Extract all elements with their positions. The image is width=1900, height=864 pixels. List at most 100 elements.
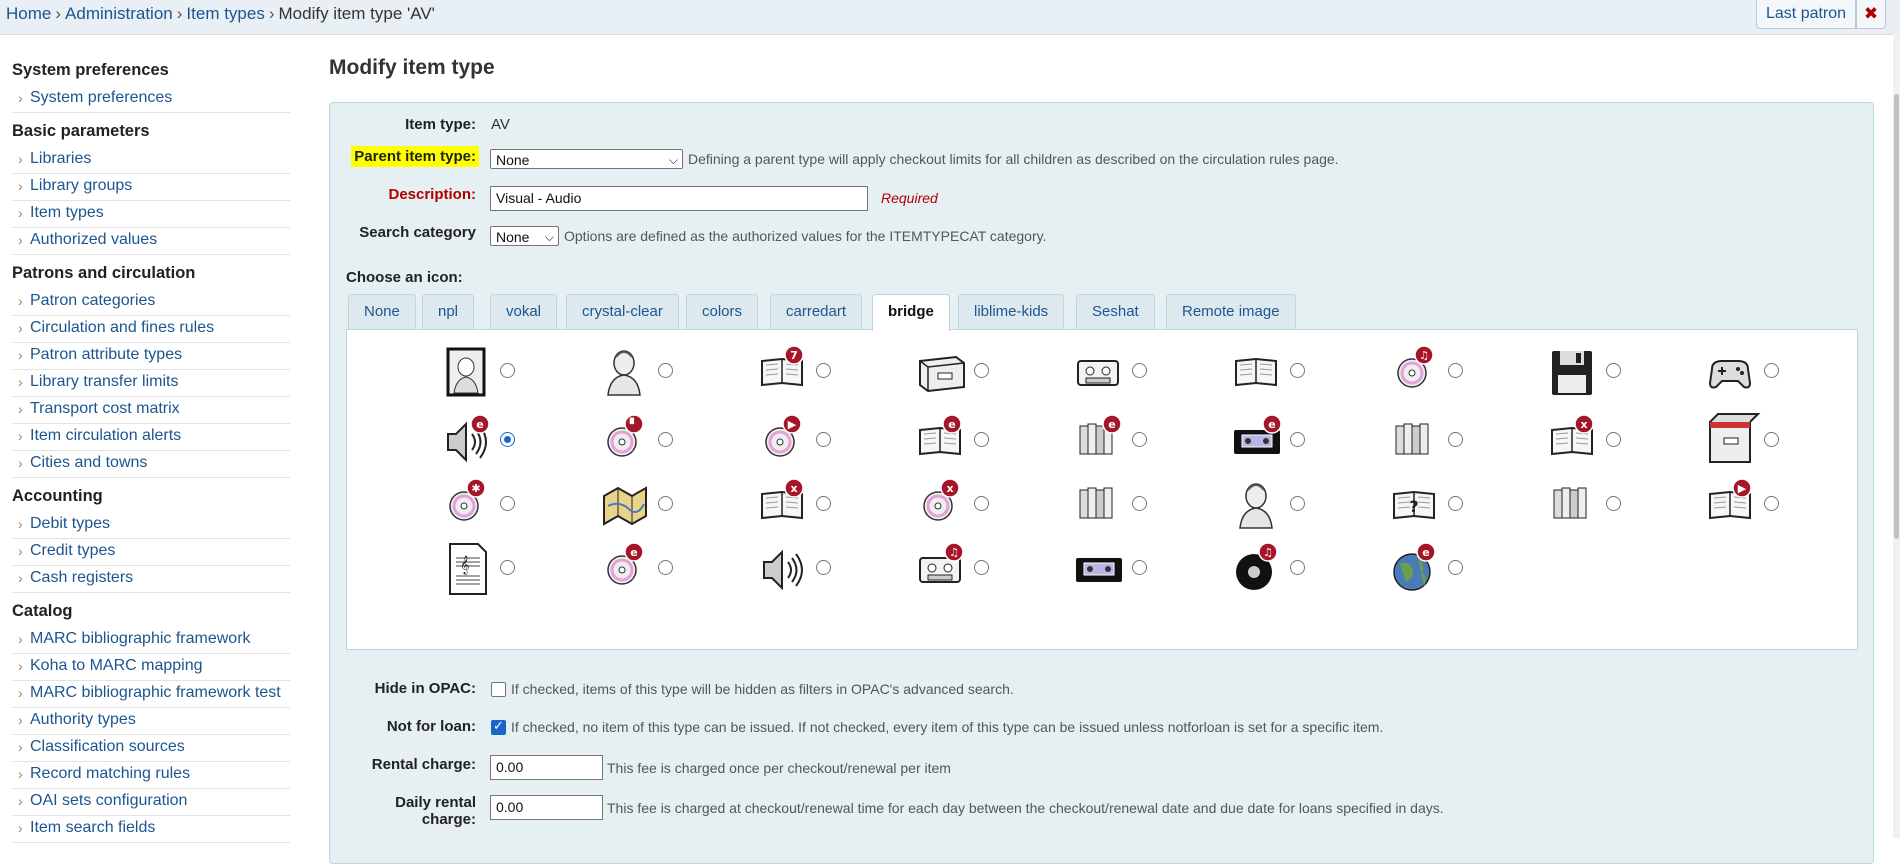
tab-carredart[interactable]: carredart	[770, 294, 863, 330]
sidebar-link[interactable]: OAI sets configuration	[12, 789, 290, 816]
icon-option[interactable]: ▶	[1706, 476, 1826, 536]
sidebar-link[interactable]: Patron categories	[12, 289, 290, 316]
book-flag-icon[interactable]: ▶	[1706, 476, 1762, 534]
icon-radio[interactable]	[816, 363, 831, 378]
icon-radio[interactable]	[974, 363, 989, 378]
tab-seshat[interactable]: Seshat	[1076, 294, 1155, 330]
icon-radio[interactable]	[1290, 363, 1305, 378]
icon-option[interactable]	[1074, 476, 1194, 536]
icon-radio[interactable]	[1764, 363, 1779, 378]
page-scrollbar[interactable]	[1893, 34, 1900, 838]
parent-item-type-select[interactable]: None ⌵	[490, 149, 683, 169]
icon-option[interactable]	[1390, 412, 1510, 472]
sidebar-link[interactable]: Transport cost matrix	[12, 397, 290, 424]
open-box-icon[interactable]	[1706, 412, 1762, 470]
not-for-loan-checkbox[interactable]	[491, 718, 506, 735]
icon-option[interactable]	[1706, 343, 1826, 403]
tab-bridge[interactable]: bridge	[872, 294, 950, 331]
bust-2-icon[interactable]	[1232, 476, 1288, 534]
icon-option[interactable]: ▘	[600, 412, 720, 472]
icon-option[interactable]	[600, 476, 720, 536]
icon-option[interactable]: e	[1390, 540, 1510, 600]
icon-option[interactable]: e	[1232, 412, 1352, 472]
record-music-icon[interactable]: ♫	[1232, 540, 1288, 598]
cd-film-icon[interactable]: ▘	[600, 412, 656, 470]
rental-charge-input[interactable]: 0.00	[490, 755, 603, 780]
books-shelf-icon[interactable]	[1548, 476, 1604, 534]
sidebar-link[interactable]: MARC bibliographic framework	[12, 627, 290, 654]
cassette-icon[interactable]	[1074, 343, 1130, 401]
open-book-icon[interactable]	[1232, 343, 1288, 401]
icon-radio[interactable]	[1606, 363, 1621, 378]
sidebar-link[interactable]: MARC bibliographic framework test	[12, 681, 290, 708]
icon-radio[interactable]	[974, 432, 989, 447]
sidebar-link[interactable]: Cities and towns	[12, 451, 290, 478]
icon-option[interactable]: x	[916, 476, 1036, 536]
icon-radio[interactable]	[500, 496, 515, 511]
sidebar-link[interactable]: Cash registers	[12, 566, 290, 593]
globe-e-icon[interactable]: e	[1390, 540, 1446, 598]
portrait-icon[interactable]	[442, 343, 498, 401]
tab-liblime-kids[interactable]: liblime-kids	[958, 294, 1065, 330]
icon-option[interactable]: e	[1074, 412, 1194, 472]
icon-option[interactable]	[758, 540, 878, 600]
icon-option[interactable]	[1548, 476, 1668, 536]
sidebar-link[interactable]: Debit types	[12, 512, 290, 539]
icon-radio[interactable]	[500, 363, 515, 378]
gamepad-icon[interactable]	[1706, 343, 1762, 401]
cd-x-icon[interactable]: x	[916, 476, 972, 534]
cd-star-icon[interactable]: ✱	[442, 476, 498, 534]
sidebar-link[interactable]: Item types	[12, 201, 290, 228]
icon-radio[interactable]	[1290, 496, 1305, 511]
bust-icon[interactable]	[600, 343, 656, 401]
icon-option[interactable]: e	[442, 412, 562, 472]
icon-radio[interactable]	[1132, 560, 1147, 575]
icon-option[interactable]	[1074, 540, 1194, 600]
icon-radio[interactable]	[1132, 496, 1147, 511]
icon-radio[interactable]	[1132, 363, 1147, 378]
icon-option[interactable]: 7	[758, 343, 878, 403]
icon-radio[interactable]	[1764, 432, 1779, 447]
book-e-icon[interactable]: e	[916, 412, 972, 470]
scrollbar-thumb[interactable]	[1894, 94, 1899, 539]
icon-radio[interactable]	[500, 432, 515, 447]
icon-radio[interactable]	[1448, 363, 1463, 378]
icon-option[interactable]: e	[916, 412, 1036, 472]
icon-option[interactable]	[1232, 343, 1352, 403]
sidebar-link[interactable]: Credit types	[12, 539, 290, 566]
icon-radio[interactable]	[816, 560, 831, 575]
floppy-disk-icon[interactable]	[1548, 343, 1604, 401]
icon-radio[interactable]	[974, 496, 989, 511]
book-x-red-icon[interactable]: x	[758, 476, 814, 534]
icon-option[interactable]: x	[1548, 412, 1668, 472]
breadcrumb-administration-link[interactable]: Administration	[65, 4, 173, 23]
icon-radio[interactable]	[658, 363, 673, 378]
icon-option[interactable]: ?	[1390, 476, 1510, 536]
map-icon[interactable]	[600, 476, 656, 534]
books-icon[interactable]	[1390, 412, 1446, 470]
tab-remote-image[interactable]: Remote image	[1166, 294, 1296, 330]
icon-option[interactable]: e	[600, 540, 720, 600]
icon-option[interactable]: ♫	[1390, 343, 1510, 403]
icon-option[interactable]: ▶	[758, 412, 878, 472]
sidebar-link[interactable]: Koha to MARC mapping	[12, 654, 290, 681]
box-icon[interactable]	[916, 343, 972, 401]
icon-radio[interactable]	[1606, 432, 1621, 447]
close-icon[interactable]: ✖	[1856, 0, 1886, 29]
book-x-icon[interactable]: x	[1548, 412, 1604, 470]
icon-radio[interactable]	[1448, 560, 1463, 575]
book-7-icon[interactable]: 7	[758, 343, 814, 401]
icon-option[interactable]	[1706, 412, 1826, 472]
books-e-icon[interactable]: e	[1074, 412, 1130, 470]
icon-radio[interactable]	[816, 432, 831, 447]
icon-radio[interactable]	[658, 560, 673, 575]
icon-option[interactable]	[1232, 476, 1352, 536]
sidebar-link[interactable]: Classification sources	[12, 735, 290, 762]
icon-radio[interactable]	[1448, 432, 1463, 447]
tab-colors[interactable]: colors	[686, 294, 759, 330]
sidebar-link[interactable]: Patron attribute types	[12, 343, 290, 370]
tab-npl[interactable]: npl	[422, 294, 475, 330]
cassette-music-icon[interactable]: ♫	[916, 540, 972, 598]
tab-crystal-clear[interactable]: crystal-clear	[566, 294, 679, 330]
sidebar-link[interactable]: Record matching rules	[12, 762, 290, 789]
